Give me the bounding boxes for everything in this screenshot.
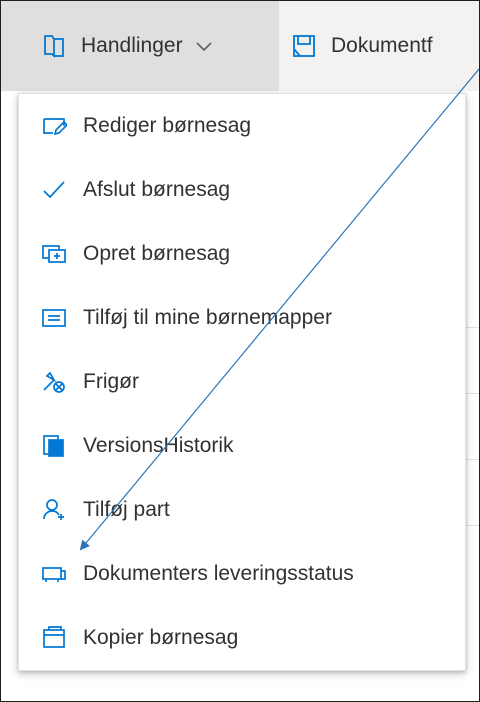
menu-item-label: Dokumenters leveringsstatus (83, 562, 354, 585)
menu-item-label: VersionsHistorik (83, 434, 234, 457)
chevron-down-icon (195, 40, 213, 52)
menu-item-label: Frigør (83, 370, 139, 393)
command-bar: Handlinger Dokumentf (1, 1, 479, 91)
menu-item-add-party[interactable]: Tilføj part (19, 478, 465, 542)
delivery-status-icon (41, 561, 67, 587)
document-flow-button[interactable]: Dokumentf (291, 1, 433, 91)
copy-case-icon (41, 625, 67, 651)
menu-item-edit-case[interactable]: Rediger børnesag (19, 94, 465, 158)
menu-item-label: Rediger børnesag (83, 114, 252, 137)
document-flow-label: Dokumentf (331, 34, 433, 57)
actions-label: Handlinger (81, 34, 183, 57)
menu-item-close-case[interactable]: Afslut børnesag (19, 158, 465, 222)
book-icon (41, 33, 67, 59)
screenshot-frame: Handlinger Dokumentf Rediger børnesag Af… (0, 0, 480, 702)
menu-item-version-history[interactable]: VersionsHistorik (19, 414, 465, 478)
menu-item-label: Afslut børnesag (83, 178, 231, 201)
checkmark-icon (41, 177, 67, 203)
add-person-icon (41, 497, 67, 523)
document-flow-icon (291, 33, 317, 59)
menu-item-label: Kopier børnesag (83, 626, 239, 649)
menu-item-label: Tilføj part (83, 498, 170, 521)
menu-item-release[interactable]: Frigør (19, 350, 465, 414)
menu-item-add-to-folders[interactable]: Tilføj til mine børnemapper (19, 286, 465, 350)
menu-item-label: Opret børnesag (83, 242, 231, 265)
menu-item-label: Tilføj til mine børnemapper (83, 306, 332, 329)
menu-item-copy-case[interactable]: Kopier børnesag (19, 606, 465, 670)
new-case-icon (41, 241, 67, 267)
menu-item-delivery-status[interactable]: Dokumenters leveringsstatus (19, 542, 465, 606)
release-icon (41, 369, 67, 395)
version-history-icon (41, 433, 67, 459)
edit-icon (41, 113, 67, 139)
add-to-folder-icon (41, 305, 67, 331)
actions-dropdown-button[interactable]: Handlinger (1, 1, 279, 91)
actions-dropdown-menu: Rediger børnesag Afslut børnesag Opret b… (18, 93, 466, 671)
menu-item-create-case[interactable]: Opret børnesag (19, 222, 465, 286)
